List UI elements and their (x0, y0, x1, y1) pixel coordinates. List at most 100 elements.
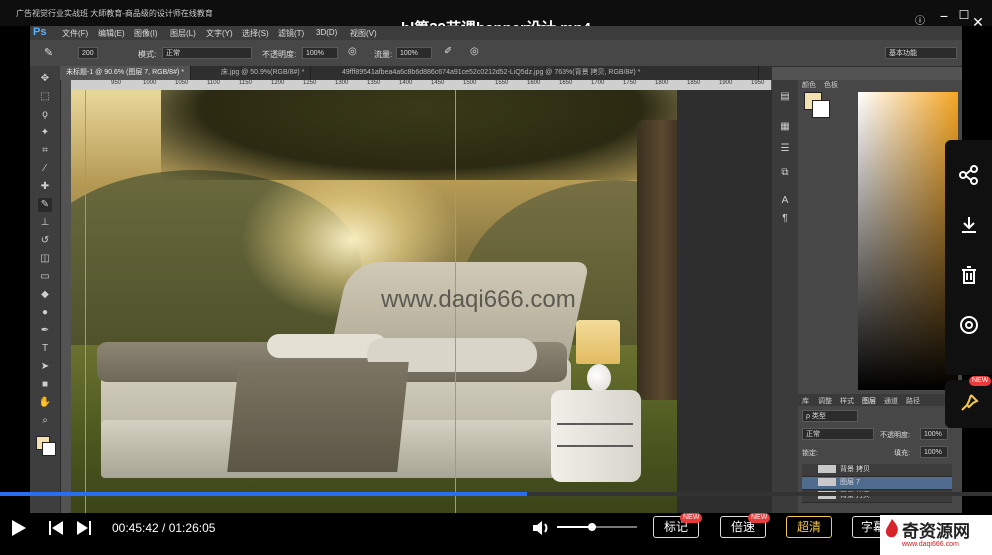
tab-color[interactable]: 颜色 (802, 80, 816, 90)
type-tool-icon[interactable]: T (38, 342, 52, 356)
brush-tool-icon-active[interactable]: ✎ (38, 198, 52, 212)
clone-panel-icon[interactable]: ⧉ (778, 166, 792, 180)
ruler-tick: 1050 (175, 80, 189, 86)
layer-name: 背景 拷贝 (840, 466, 870, 473)
flow-input[interactable]: 100% (396, 47, 432, 59)
menu-type[interactable]: 文字(Y) (206, 28, 233, 39)
pen-tool-icon[interactable]: ✒ (38, 324, 52, 338)
eraser-tool-icon[interactable]: ◫ (38, 252, 52, 266)
crop-tool-icon[interactable]: ⌗ (38, 144, 52, 158)
layer-blend-select[interactable]: 正常 (802, 428, 874, 440)
gradient-tool-icon[interactable]: ▭ (38, 270, 52, 284)
ps-toolbox: ✥ ⬚ ϙ ✦ ⌗ ⁄ ✚ ✎ ⊥ ↺ ◫ ▭ ◆ ● ✒ T ➤ ■ ✋ ⌕ (30, 66, 61, 515)
layer-row-selected[interactable]: 图层 7 (802, 477, 952, 490)
properties-panel-icon[interactable]: ▦ (778, 120, 792, 134)
previous-icon[interactable] (48, 520, 64, 541)
ruler-tick: 1400 (399, 80, 413, 86)
brush-tool-icon[interactable]: ✎ (44, 46, 53, 59)
info-icon[interactable]: ⓘ (910, 12, 930, 27)
ruler-tick: 1900 (719, 80, 733, 86)
brand-flame-icon (885, 519, 898, 538)
opacity-label: 不透明度: (262, 50, 297, 59)
side-action-panel (945, 140, 992, 375)
menu-edit[interactable]: 编辑(E) (98, 28, 125, 39)
menu-filter[interactable]: 滤镜(T) (278, 28, 304, 39)
download-icon[interactable] (957, 214, 981, 238)
adjustments-panel-icon[interactable]: ☰ (778, 142, 792, 156)
color-picker-field[interactable] (858, 92, 958, 390)
next-icon[interactable] (76, 520, 92, 541)
play-icon[interactable] (10, 518, 28, 543)
tab-layers[interactable]: 图层 (862, 396, 876, 406)
volume-icon[interactable] (531, 518, 551, 543)
tab-paths[interactable]: 路径 (906, 396, 920, 406)
tree-trunk (637, 120, 677, 400)
history-panel-icon[interactable]: ▤ (778, 90, 792, 104)
opacity-input[interactable]: 100% (302, 47, 338, 59)
marquee-tool-icon[interactable]: ⬚ (38, 90, 52, 104)
stamp-tool-icon[interactable]: ⊥ (38, 216, 52, 230)
ruler-tick: 1500 (463, 80, 477, 86)
flow-label: 流量: (374, 50, 393, 59)
background-color-swatch[interactable] (42, 442, 56, 456)
share-icon[interactable] (957, 164, 981, 188)
eye-icon[interactable] (957, 314, 981, 338)
guide-line[interactable] (85, 90, 86, 515)
blur-tool-icon[interactable]: ◆ (38, 288, 52, 302)
fill-label: 填充: (894, 450, 910, 457)
layer-row[interactable]: 背景 拷贝 (802, 464, 952, 477)
pin-icon[interactable] (957, 392, 981, 416)
menu-image[interactable]: 图像(I) (134, 28, 158, 39)
path-select-icon[interactable]: ➤ (38, 360, 52, 374)
mode-select[interactable]: 正常 (162, 47, 252, 59)
tab-adjustments[interactable]: 调整 (818, 396, 832, 406)
delete-icon[interactable] (957, 264, 981, 288)
layer-name: 图层 7 (840, 479, 860, 486)
ruler-tick: 1300 (335, 80, 349, 86)
paragraph-panel-icon[interactable]: ¶ (778, 212, 792, 226)
tab-channels[interactable]: 通道 (884, 396, 898, 406)
character-panel-icon[interactable]: A (778, 194, 792, 208)
brush-size[interactable]: 200 (78, 47, 98, 59)
dodge-tool-icon[interactable]: ● (38, 306, 52, 320)
tab-swatches[interactable]: 色板 (824, 80, 838, 90)
healing-brush-icon[interactable]: ✚ (38, 180, 52, 194)
doc-tab-active[interactable]: 未标题-1 @ 90.6% (图层 7, RGB/8#) * (60, 66, 191, 80)
tab-styles[interactable]: 样式 (840, 396, 854, 406)
history-brush-icon[interactable]: ↺ (38, 234, 52, 248)
move-tool-icon[interactable]: ✥ (38, 72, 52, 86)
lasso-tool-icon[interactable]: ϙ (38, 108, 52, 122)
menu-view[interactable]: 视图(V) (350, 28, 377, 39)
magic-wand-icon[interactable]: ✦ (38, 126, 52, 140)
layer-filter-select[interactable]: ρ 类型 (802, 410, 858, 422)
airbrush-icon[interactable]: ✐ (444, 46, 452, 57)
ruler-tick: 1750 (623, 80, 637, 86)
pressure-opacity-icon[interactable]: ◎ (348, 46, 357, 57)
progress-fill (0, 492, 527, 496)
doc-tab[interactable]: 49fff89541afbea4a6c8b6d886c674a91ce52c02… (336, 66, 759, 80)
pressure-size-icon[interactable]: ◎ (470, 46, 479, 57)
menu-select[interactable]: 选择(S) (242, 28, 269, 39)
document-canvas[interactable]: www.daqi666.com (71, 90, 677, 515)
fill-input[interactable]: 100% (920, 446, 948, 458)
minimize-button[interactable]: − (934, 8, 954, 24)
menu-file[interactable]: 文件(F) (62, 28, 88, 39)
bg-color-swatch[interactable] (812, 100, 830, 118)
eyedropper-icon[interactable]: ⁄ (38, 162, 52, 176)
doc-tab[interactable]: 床.jpg @ 50.9%(RGB/8#) * (215, 66, 312, 80)
hand-tool-icon[interactable]: ✋ (38, 396, 52, 410)
quality-button[interactable]: 超清 (786, 516, 832, 538)
drawer-line (557, 423, 633, 425)
zoom-tool-icon[interactable]: ⌕ (38, 414, 52, 428)
workspace-select[interactable]: 基本功能 (885, 47, 957, 59)
tab-library[interactable]: 库 (802, 396, 809, 406)
layer-opacity-input[interactable]: 100% (920, 428, 948, 440)
menu-layer[interactable]: 图层(L) (170, 28, 196, 39)
menu-3d[interactable]: 3D(D) (316, 28, 337, 37)
close-button[interactable]: ✕ (968, 14, 988, 31)
ps-options-bar: ✎ 200 模式: 正常 不透明度: 100% ◎ 流量: 100% ✐ ◎ 基… (30, 40, 962, 67)
ps-document-tabs: 未标题-1 @ 90.6% (图层 7, RGB/8#) * 床.jpg @ 5… (60, 66, 772, 80)
ps-right-panel: 颜色 色板 库 调整 样式 图层 通道 路径 ρ 类型 正常 不透明度: 100… (798, 80, 962, 515)
panel-icon-bar: ▤ ▦ ☰ ⧉ A ¶ (772, 80, 798, 515)
shape-tool-icon[interactable]: ■ (38, 378, 52, 392)
